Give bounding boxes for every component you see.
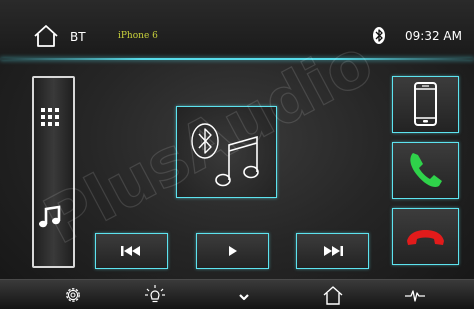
left-side-panel[interactable] [32, 76, 75, 268]
hangup-call-button[interactable] [392, 208, 459, 265]
gear-icon [66, 288, 80, 302]
connected-device-name: iPhone 6 [118, 31, 158, 41]
home-button[interactable] [322, 284, 344, 306]
next-track-button[interactable] [296, 233, 369, 269]
skip-previous-icon [121, 246, 140, 256]
screen: BT iPhone 6 09:32 AM PlusAudio [0, 0, 474, 309]
source-label: BT [70, 30, 86, 44]
phone-hangup-icon [407, 230, 444, 245]
skip-next-icon [324, 246, 343, 256]
answer-call-button[interactable] [392, 142, 459, 199]
status-header [0, 0, 474, 58]
clock: 09:32 AM [405, 29, 462, 43]
chevron-down-icon [239, 294, 249, 301]
equalizer-button[interactable] [404, 284, 426, 306]
collapse-button[interactable] [233, 284, 255, 306]
bluetooth-icon [373, 27, 385, 44]
smartphone-icon [414, 82, 437, 126]
phone-device-button[interactable] [392, 76, 459, 133]
music-note-icon [215, 135, 259, 187]
phone-answer-icon [410, 153, 442, 187]
settings-button[interactable] [62, 284, 84, 306]
music-note-icon[interactable] [37, 204, 63, 230]
bluetooth-icon [191, 123, 219, 159]
album-art [176, 106, 277, 198]
home-icon [323, 286, 343, 305]
play-icon [229, 246, 237, 256]
home-icon[interactable] [33, 24, 59, 48]
previous-track-button[interactable] [95, 233, 168, 269]
header-divider [0, 58, 474, 60]
play-button[interactable] [196, 233, 269, 269]
apps-grid-icon[interactable] [41, 108, 59, 126]
brightness-button[interactable] [144, 284, 166, 306]
brightness-icon [145, 285, 165, 303]
waveform-icon [405, 290, 425, 302]
